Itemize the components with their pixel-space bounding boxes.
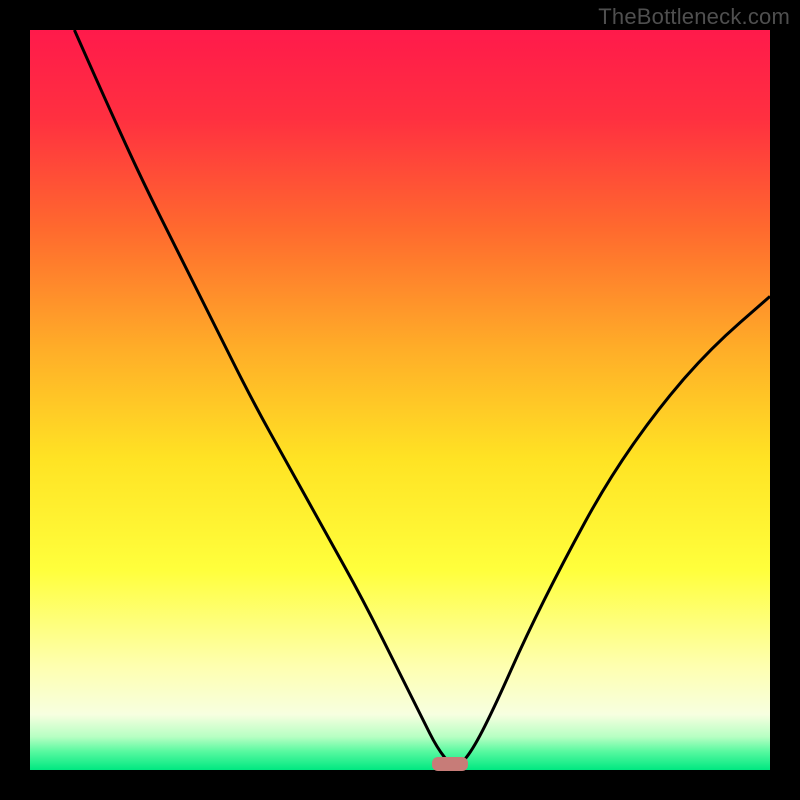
bottleneck-marker (432, 757, 468, 771)
chart-stage: TheBottleneck.com (0, 0, 800, 800)
bottleneck-plot (0, 0, 800, 800)
plot-background (30, 30, 770, 770)
watermark-text: TheBottleneck.com (598, 4, 790, 30)
